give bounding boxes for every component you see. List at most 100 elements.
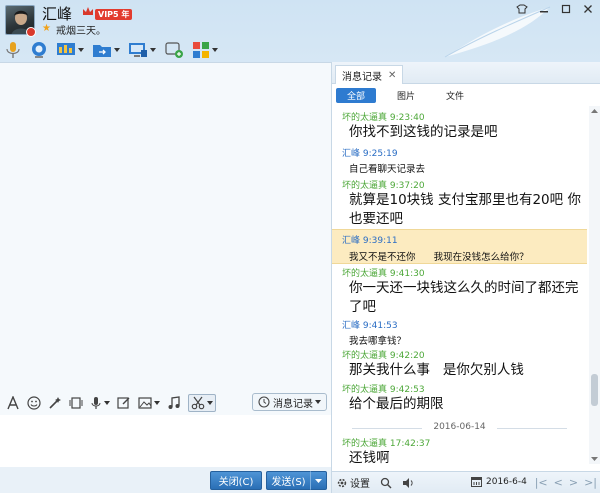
scroll-up-button[interactable] (589, 106, 600, 116)
search-button[interactable] (380, 477, 392, 489)
screenshot-frame-button[interactable] (69, 396, 83, 410)
emoji-button[interactable] (27, 396, 41, 410)
history-message[interactable]: 坏的太逼真 17:42:37 还钱啊 (332, 436, 587, 464)
close-button[interactable]: 关闭(C) (210, 471, 262, 490)
history-message[interactable]: 坏的太逼真 9:23:40 你找不到这钱的记录是吧 (332, 110, 587, 144)
settings-button[interactable]: 设置 (336, 475, 370, 490)
minimize-button[interactable] (536, 2, 552, 16)
close-tab-icon[interactable]: ✕ (388, 70, 396, 81)
maximize-icon (561, 4, 571, 14)
history-filter-bar: 全部 图片 文件 (332, 84, 600, 106)
font-button[interactable] (6, 396, 20, 410)
gear-icon (337, 478, 347, 487)
tab-message-history[interactable]: 消息记录 ✕ (335, 65, 404, 84)
remote-desktop-button[interactable] (128, 41, 156, 59)
close-window-button[interactable] (580, 2, 596, 16)
message-header: 汇峰 9:41:53 (342, 318, 398, 331)
history-message-highlighted[interactable]: 汇峰 9:39:11 我又不是不还你 我现在没钱怎么给你？ (332, 229, 587, 264)
emoji-icon (27, 396, 41, 410)
chat-header: 汇峰 VIP5 年 ★ 戒烟三天。 (0, 0, 600, 62)
last-page-icon[interactable]: >| (584, 476, 597, 489)
filter-all[interactable]: 全部 (336, 88, 376, 103)
app-add-button[interactable] (164, 41, 184, 59)
message-time: 9:37:20 (389, 181, 425, 191)
chat-messages-area[interactable] (0, 63, 331, 391)
file-transfer-button[interactable] (92, 41, 120, 59)
send-options-button[interactable] (310, 471, 327, 490)
screen-share-button[interactable] (56, 41, 84, 59)
speaker-icon (403, 477, 413, 488)
send-button[interactable]: 发送(S) (266, 471, 310, 490)
filter-images[interactable]: 图片 (386, 88, 426, 103)
message-header: 坏的太逼真 17:42:37 (342, 436, 430, 449)
message-input[interactable] (0, 415, 331, 467)
music-button[interactable] (167, 396, 181, 410)
history-message[interactable]: 坏的太逼真 9:42:20 那关我什么事 是你欠别人钱 (332, 348, 587, 382)
message-header: 坏的太逼真 9:42:53 (342, 382, 425, 395)
filter-files[interactable]: 文件 (435, 88, 475, 103)
blocked-status-icon (26, 27, 36, 37)
sender-name: 坏的太逼真 (342, 269, 388, 279)
history-message[interactable]: 汇峰 9:25:19 自己看聊天记录去 (332, 146, 587, 176)
message-time: 9:23:40 (389, 113, 425, 123)
shirt-icon (516, 4, 528, 14)
signature-text: 戒烟三天。 (56, 26, 106, 37)
message-text: 自己看聊天记录去 (349, 164, 426, 175)
contact-name[interactable]: 汇峰 (42, 3, 72, 24)
chevron-up-icon (591, 109, 598, 113)
scroll-down-button[interactable] (589, 454, 600, 464)
message-time: 9:41:30 (389, 269, 425, 279)
edit-button[interactable] (117, 396, 131, 410)
message-text: 就算是10块钱 支付宝那里也有20吧 你也要还吧 (349, 192, 581, 227)
music-icon (168, 396, 180, 409)
magic-effect-button[interactable] (48, 396, 62, 410)
voice-call-button[interactable] (4, 40, 22, 60)
message-text: 你找不到这钱的记录是吧 (349, 124, 498, 140)
voice-message-icon (91, 397, 101, 409)
voice-message-button[interactable] (90, 396, 110, 410)
next-page-icon[interactable]: > (569, 476, 578, 489)
date-value: 2016-6-4 (486, 476, 527, 487)
history-scrollbar[interactable] (589, 106, 600, 464)
chevron-down-icon (154, 401, 160, 405)
image-button[interactable] (138, 396, 160, 410)
star-icon: ★ (42, 23, 51, 34)
apps-grid-icon (193, 42, 209, 58)
message-text: 给个最后的期限 (349, 396, 444, 412)
scroll-thumb[interactable] (591, 374, 598, 406)
sender-name: 坏的太逼真 (342, 181, 388, 191)
history-message[interactable]: 坏的太逼真 9:41:30 你一天还一块钱这么久的时间了都还完了吧 (332, 266, 587, 318)
message-header: 坏的太逼真 9:42:20 (342, 348, 425, 361)
history-pager: |< < > >| (535, 476, 597, 489)
chat-pane: 消息记录 关闭(C) 发送(S) (0, 62, 331, 493)
chevron-down-icon (207, 401, 213, 405)
video-call-button[interactable] (30, 40, 48, 60)
prev-page-icon[interactable]: < (554, 476, 563, 489)
volume-button[interactable] (402, 477, 414, 489)
font-icon (7, 396, 19, 410)
screenshot-frame-icon (69, 397, 83, 409)
history-message-list[interactable]: 坏的太逼真 9:23:40 你找不到这钱的记录是吧 汇峰 9:25:19 自己看… (332, 106, 587, 464)
message-header: 汇峰 9:25:19 (342, 146, 398, 159)
message-time: 9:41:53 (362, 321, 398, 331)
edit-icon (117, 397, 130, 409)
message-time: 9:42:20 (389, 351, 425, 361)
sender-name: 汇峰 (342, 321, 361, 331)
tab-message-history-label: 消息记录 (342, 71, 382, 83)
window-controls (514, 2, 596, 16)
history-message[interactable]: 汇峰 9:41:53 我去哪拿钱？ (332, 318, 587, 348)
screenshot-button[interactable] (188, 394, 216, 412)
app-add-icon (165, 42, 183, 58)
vip-badge[interactable]: VIP5 年 (95, 9, 133, 20)
apps-grid-button[interactable] (192, 41, 218, 59)
message-header: 坏的太逼真 9:23:40 (342, 110, 425, 123)
history-pane: 消息记录 ✕ 全部 图片 文件 坏的太逼真 9:23:40 你找不到这钱的记录是… (331, 62, 600, 493)
history-message[interactable]: 坏的太逼真 9:42:53 给个最后的期限 (332, 382, 587, 416)
skin-button[interactable] (514, 2, 530, 16)
maximize-button[interactable] (558, 2, 574, 16)
history-message[interactable]: 坏的太逼真 9:37:20 就算是10块钱 支付宝那里也有20吧 你也要还吧 (332, 178, 587, 230)
search-icon (380, 477, 392, 488)
first-page-icon[interactable]: |< (535, 476, 548, 489)
message-history-button[interactable]: 消息记录 (252, 393, 327, 411)
date-picker[interactable]: 2016-6-4 (471, 476, 527, 487)
